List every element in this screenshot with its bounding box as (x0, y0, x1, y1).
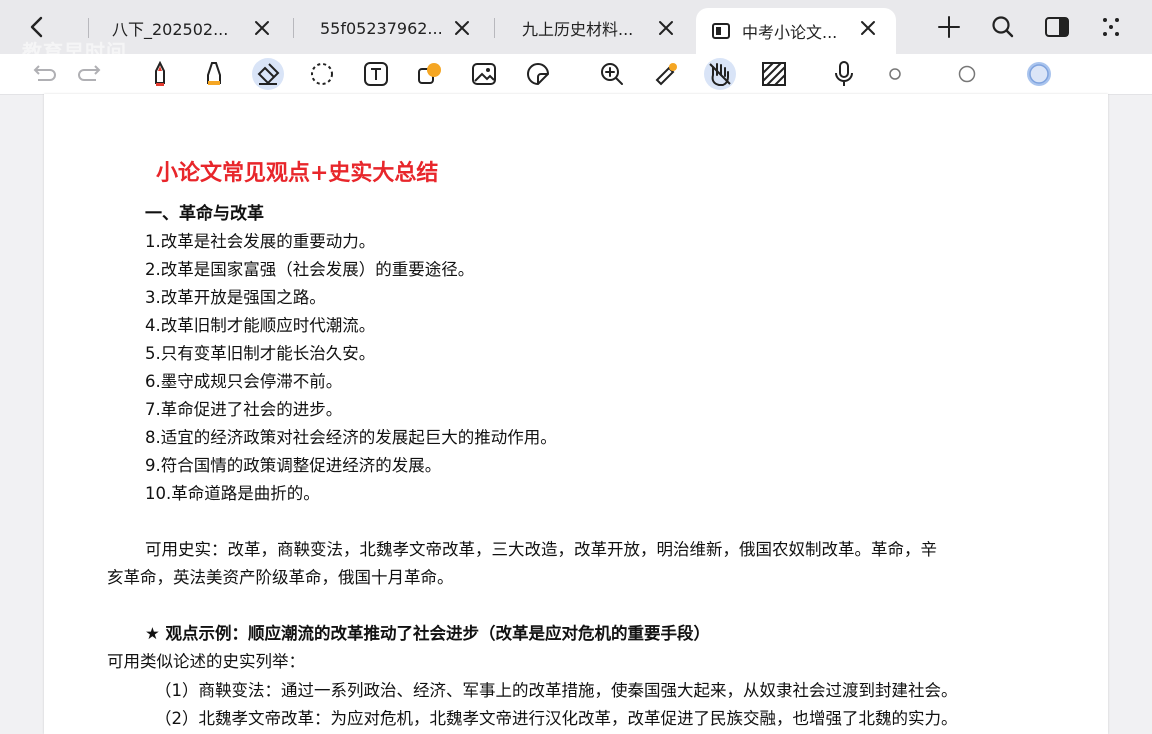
shapes-icon (418, 63, 441, 84)
facts-paragraph-line1: 可用史实：改革，商鞅变法，北魏孝文帝改革，三大改造，改革开放，明治维新，俄国农奴… (145, 540, 937, 559)
redo-button[interactable] (74, 58, 106, 90)
tab-label: 九上历史材料... (522, 20, 634, 39)
tab-label: 中考小论文... (742, 23, 838, 42)
eraser-tool[interactable] (252, 58, 284, 90)
microphone-icon (835, 61, 853, 86)
sidebar-icon (1045, 17, 1069, 37)
text-tool[interactable] (360, 58, 392, 90)
new-tab-button[interactable] (932, 10, 966, 44)
dot-medium-icon (958, 65, 976, 83)
dot-small-icon (889, 68, 901, 80)
redo-icon (78, 65, 101, 81)
tab-1[interactable]: 八下_202502... (112, 8, 272, 48)
document-title: 小论文常见观点+史实大总结 (156, 160, 439, 186)
hand-pen-icon (709, 63, 731, 86)
pen-icon (155, 61, 165, 86)
annotation-toolbar (0, 54, 1152, 95)
stroke-size-small[interactable] (879, 58, 911, 90)
shape-tool[interactable] (414, 58, 446, 90)
tab-4-active[interactable]: 中考小论文... (696, 8, 896, 54)
image-icon (472, 63, 496, 85)
example-item: （2）北魏孝文帝改革：为应对危机，北魏孝文帝进行汉化改革，改革促进了民族交融，也… (155, 709, 958, 728)
hand-tool[interactable] (704, 58, 736, 90)
facts-paragraph-line2: 亥革命，英法美资产阶级革命，俄国十月革命。 (107, 568, 454, 587)
microphone-button[interactable] (828, 58, 860, 90)
more-button[interactable] (1094, 10, 1128, 44)
point-item: 4.改革旧制才能顺应时代潮流。 (145, 316, 376, 335)
pen-tool[interactable] (144, 58, 176, 90)
example-heading: ★ 观点示例：顺应潮流的改革推动了社会进步（改革是应对危机的重要手段） (145, 624, 711, 643)
point-item: 10.革命道路是曲折的。 (145, 484, 320, 503)
point-item: 8.适宜的经济政策对社会经济的发展起巨大的推动作用。 (145, 428, 557, 447)
undo-icon (33, 65, 56, 81)
search-icon (992, 16, 1014, 38)
stroke-size-large[interactable] (1023, 58, 1055, 90)
more-dots-icon (1103, 18, 1119, 36)
point-item: 5.只有变革旧制才能长治久安。 (145, 344, 376, 363)
section-heading: 一、革命与改革 (145, 204, 264, 224)
lasso-icon (311, 63, 333, 85)
chevron-left-icon (30, 16, 43, 38)
tab-separator (88, 18, 89, 38)
tab-label: 八下_202502... (112, 20, 229, 39)
lasso-tool[interactable] (306, 58, 338, 90)
point-item: 1.改革是社会发展的重要动力。 (145, 232, 376, 251)
hatch-pattern-icon (762, 62, 786, 86)
sidebar-toggle-button[interactable] (1040, 10, 1074, 44)
sticker-tool[interactable] (522, 58, 554, 90)
point-item: 7.革命促进了社会的进步。 (145, 400, 343, 419)
zoom-tool[interactable] (596, 58, 628, 90)
zoom-in-icon (601, 63, 623, 85)
pattern-tool[interactable] (758, 58, 790, 90)
tab-bar: 八下_202502... 55f05237962... 九上历史材料... 中考… (0, 0, 1152, 64)
example-intro: 可用类似论述的史实列举： (107, 652, 305, 671)
tab-2[interactable]: 55f05237962... (320, 8, 472, 48)
undo-button[interactable] (28, 58, 60, 90)
close-icon[interactable] (656, 18, 676, 38)
text-box-icon (364, 62, 388, 86)
close-icon[interactable] (858, 18, 878, 38)
close-icon[interactable] (252, 18, 272, 38)
laser-pointer-tool[interactable] (650, 58, 682, 90)
point-item: 3.改革开放是强国之路。 (145, 288, 326, 307)
highlighter-icon (207, 62, 221, 85)
search-button[interactable] (986, 10, 1020, 44)
eraser-icon (257, 63, 280, 85)
tab-separator (494, 18, 495, 38)
document-icon (712, 23, 730, 39)
point-item: 2.改革是国家富强（社会发展）的重要途径。 (145, 260, 475, 279)
laser-pointer-icon (655, 63, 677, 86)
highlighter-tool[interactable] (198, 58, 230, 90)
image-tool[interactable] (468, 58, 500, 90)
plus-icon (938, 16, 960, 38)
point-item: 9.符合国情的政策调整促进经济的发展。 (145, 456, 442, 475)
dot-large-selected-icon (1027, 62, 1051, 86)
sticker-icon (526, 63, 550, 86)
tab-separator (293, 18, 294, 38)
point-item: 6.墨守成规只会停滞不前。 (145, 372, 343, 391)
tab-3[interactable]: 九上历史材料... (522, 8, 676, 48)
tab-label: 55f05237962... (320, 18, 443, 38)
example-item: （1）商鞅变法：通过一系列政治、经济、军事上的改革措施，使秦国强大起来，从奴隶社… (155, 681, 958, 700)
stroke-size-medium[interactable] (951, 58, 983, 90)
close-icon[interactable] (452, 18, 472, 38)
